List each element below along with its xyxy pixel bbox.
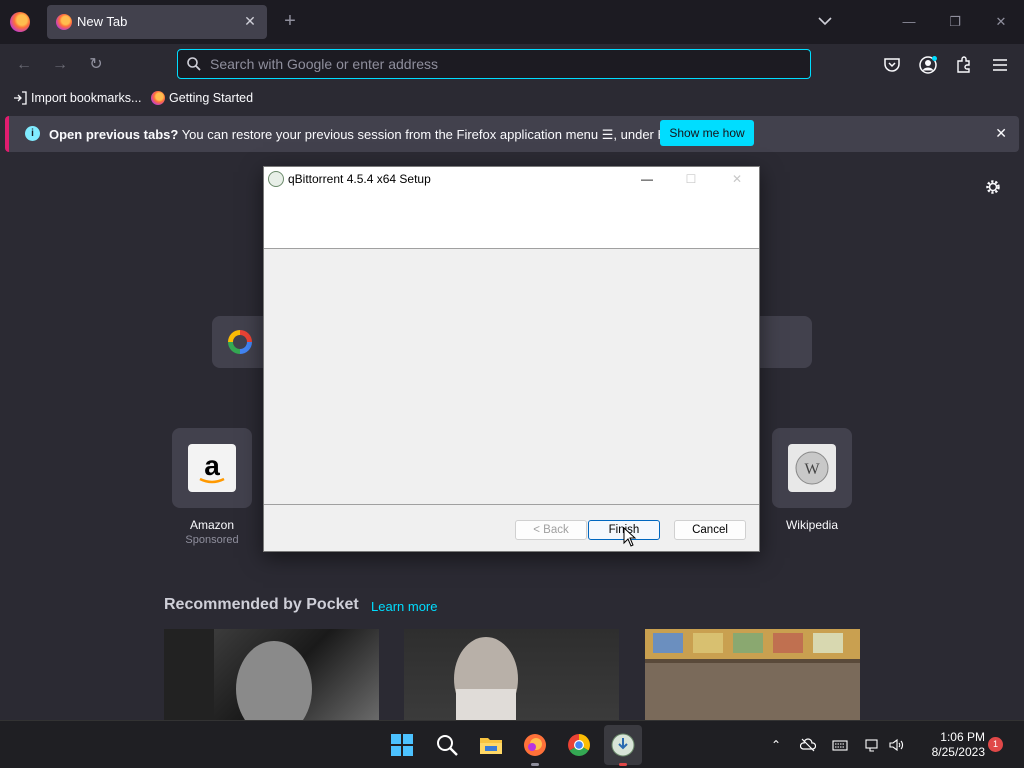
import-icon	[14, 91, 27, 105]
gear-icon[interactable]	[984, 178, 1002, 196]
list-all-tabs-icon[interactable]	[816, 12, 834, 30]
story-thumbnail	[454, 637, 518, 720]
pocket-learn-more-link[interactable]: Learn more	[371, 599, 437, 614]
google-icon	[228, 330, 252, 354]
pocket-story-card[interactable]	[404, 629, 619, 720]
story-thumbnail	[645, 629, 860, 720]
network-icon[interactable]	[864, 737, 880, 753]
pocket-heading: Recommended by Pocket	[164, 596, 359, 613]
firefox-bookmark-icon	[151, 91, 165, 105]
pocket-icon[interactable]	[882, 55, 902, 75]
extensions-icon[interactable]	[954, 55, 974, 75]
svg-text:W: W	[804, 461, 820, 478]
running-indicator	[619, 763, 627, 766]
taskbar-clock[interactable]: 1:06 PM 8/25/2023	[915, 730, 985, 760]
file-explorer-icon[interactable]	[479, 733, 503, 757]
search-icon[interactable]	[435, 733, 459, 757]
tab-title: New Tab	[77, 14, 128, 29]
forward-button[interactable]: →	[48, 54, 72, 76]
wikipedia-logo-icon: W	[788, 444, 836, 492]
close-tab-icon[interactable]: ✕	[241, 12, 259, 30]
info-icon: i	[25, 126, 40, 141]
bookmark-label: Import bookmarks...	[31, 91, 142, 105]
bookmark-getting-started[interactable]: Getting Started	[151, 91, 253, 105]
cloud-offline-icon[interactable]	[800, 737, 816, 753]
restore-window-button[interactable]: ❐	[943, 10, 967, 34]
show-me-how-button[interactable]: Show me how	[660, 120, 754, 146]
qbittorrent-installer-icon[interactable]	[611, 733, 635, 757]
clock-time: 1:06 PM	[940, 730, 985, 744]
pocket-story-card[interactable]	[645, 629, 860, 720]
close-window-button[interactable]: ✕	[989, 10, 1013, 34]
show-hidden-icons-chevron-icon[interactable]: ⌃	[768, 737, 784, 753]
keyboard-icon[interactable]	[832, 737, 848, 753]
session-restore-notification: i Open previous tabs? You can restore yo…	[5, 116, 1019, 152]
amazon-logo-icon: a	[188, 444, 236, 492]
address-bar[interactable]	[177, 49, 811, 79]
search-icon	[187, 57, 201, 71]
setup-dialog: qBittorrent 4.5.4 x64 Setup — ☐ ✕ < Back…	[263, 166, 760, 552]
bookmark-label: Getting Started	[169, 91, 254, 105]
shortcut-label: Amazon	[189, 518, 235, 532]
shortcut-label: Wikipedia	[785, 518, 839, 532]
dialog-title: qBittorrent 4.5.4 x64 Setup	[288, 172, 431, 186]
account-icon[interactable]	[918, 55, 938, 75]
navigation-toolbar: ← → ↻	[0, 44, 1024, 86]
volume-icon[interactable]	[888, 737, 904, 753]
cancel-button[interactable]: Cancel	[674, 520, 746, 540]
firefox-tab-icon	[56, 14, 72, 30]
qbittorrent-icon	[268, 171, 284, 187]
shortcut-amazon[interactable]: a	[172, 428, 252, 508]
story-thumbnail	[164, 629, 312, 720]
app-menu-icon[interactable]	[990, 55, 1010, 75]
back-button-dialog: < Back	[515, 520, 587, 540]
notification-count-badge[interactable]: 1	[988, 737, 1003, 752]
bookmark-import[interactable]: Import bookmarks...	[13, 91, 141, 105]
dialog-button-bar: < Back Finish Cancel	[264, 506, 759, 551]
reload-button[interactable]: ↻	[84, 54, 108, 76]
dialog-content-panel	[264, 249, 759, 505]
clock-date: 8/25/2023	[931, 745, 985, 759]
back-button[interactable]: ←	[12, 54, 36, 76]
pocket-story-card[interactable]	[164, 629, 379, 720]
windows-taskbar: ⌃ 1:06 PM 8/25/2023 1	[0, 720, 1024, 768]
notification-message: Open previous tabs? You can restore your…	[49, 127, 701, 143]
minimize-window-button[interactable]: —	[897, 10, 921, 34]
dialog-titlebar[interactable]: qBittorrent 4.5.4 x64 Setup — ☐ ✕	[264, 167, 759, 191]
dialog-close-button: ✕	[731, 172, 743, 186]
browser-tab-strip: New Tab ✕ + — ❐ ✕	[0, 0, 1024, 44]
new-tab-button[interactable]: +	[280, 10, 300, 32]
address-input[interactable]	[210, 54, 790, 74]
shortcut-sponsored-label: Sponsored	[185, 534, 239, 546]
mouse-cursor-icon	[623, 527, 637, 547]
firefox-taskbar-icon[interactable]	[523, 733, 547, 757]
windows-start-icon[interactable]	[390, 733, 414, 757]
shortcut-wikipedia[interactable]: W	[772, 428, 852, 508]
dialog-maximize-button: ☐	[685, 172, 697, 186]
notification-heading: Open previous tabs?	[49, 127, 179, 142]
dialog-minimize-button[interactable]: —	[636, 169, 658, 189]
bookmarks-toolbar: Import bookmarks... Getting Started	[0, 86, 1024, 112]
chrome-icon[interactable]	[567, 733, 591, 757]
notification-text: You can restore your previous session fr…	[178, 127, 701, 142]
close-notification-icon[interactable]: ✕	[995, 125, 1007, 142]
running-indicator	[531, 763, 539, 766]
firefox-logo-icon	[10, 12, 30, 32]
svg-text:a: a	[204, 450, 220, 481]
dialog-header-panel	[264, 191, 759, 249]
tab-new-tab[interactable]: New Tab ✕	[47, 5, 267, 39]
